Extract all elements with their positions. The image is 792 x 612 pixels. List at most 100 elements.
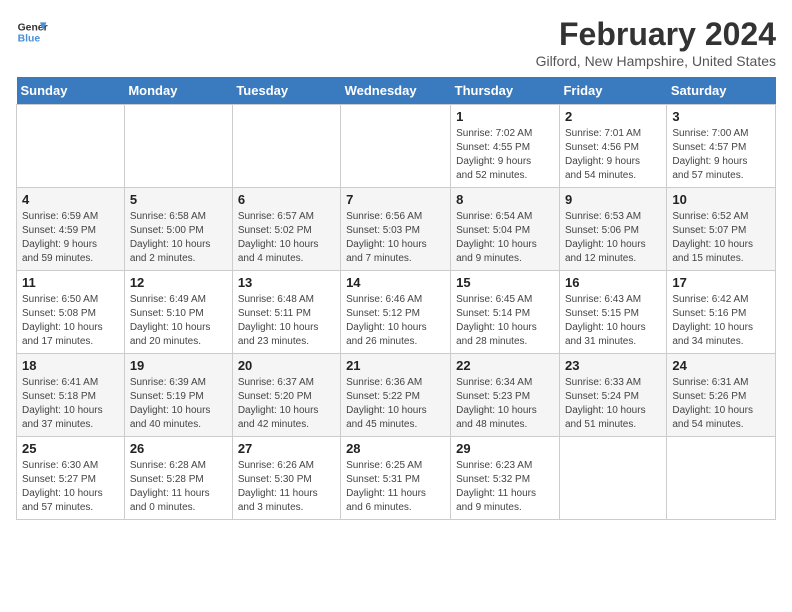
day-number: 2 — [565, 109, 661, 124]
day-info: Sunrise: 6:45 AM Sunset: 5:14 PM Dayligh… — [456, 293, 554, 349]
day-number: 16 — [565, 275, 661, 290]
calendar-cell: 14Sunrise: 6:46 AM Sunset: 5:12 PM Dayli… — [341, 271, 451, 354]
calendar-cell: 24Sunrise: 6:31 AM Sunset: 5:26 PM Dayli… — [667, 354, 776, 437]
header-friday: Friday — [559, 77, 666, 105]
day-info: Sunrise: 7:01 AM Sunset: 4:56 PM Dayligh… — [565, 127, 661, 183]
calendar-cell: 9Sunrise: 6:53 AM Sunset: 5:06 PM Daylig… — [559, 188, 666, 271]
calendar-cell: 15 Sunrise: 6:45 AM Sunset: 5:14 PM Dayli… — [451, 271, 560, 354]
header-thursday: Thursday — [451, 77, 560, 105]
day-number: 12 — [130, 275, 227, 290]
calendar-cell — [232, 105, 340, 188]
day-number: 25 — [22, 441, 119, 456]
calendar-cell: 17 Sunrise: 6:42 AM Sunset: 5:16 PM Dayli… — [667, 271, 776, 354]
day-number: 10 — [672, 192, 770, 207]
calendar-cell: 10 Sunrise: 6:52 AM Sunset: 5:07 PM Dayli… — [667, 188, 776, 271]
svg-text:Blue: Blue — [18, 34, 41, 45]
calendar-cell: 8 Sunrise: 6:54 AM Sunset: 5:04 PM Daylig… — [451, 188, 560, 271]
calendar-cell: 18 Sunrise: 6:41 AM Sunset: 5:18 PM Dayli… — [17, 354, 125, 437]
week-row-4: 18 Sunrise: 6:41 AM Sunset: 5:18 PM Dayli… — [17, 354, 776, 437]
calendar-cell: 29 Sunrise: 6:23 AM Sunset: 5:32 PM Dayli… — [451, 437, 560, 520]
day-number: 3 — [672, 109, 770, 124]
calendar-cell: 16 Sunrise: 6:43 AM Sunset: 5:15 PM Dayli… — [559, 271, 666, 354]
day-number: 23 — [565, 358, 661, 373]
day-info: Sunrise: 6:36 AM Sunset: 5:22 PM Dayligh… — [346, 376, 445, 432]
main-title: February 2024 — [536, 16, 776, 53]
day-number: 15 — [456, 275, 554, 290]
calendar-cell — [17, 105, 125, 188]
day-info: Sunrise: 6:48 AM Sunset: 5:11 PM Dayligh… — [238, 293, 335, 349]
calendar-cell: 20Sunrise: 6:37 AM Sunset: 5:20 PM Dayli… — [232, 354, 340, 437]
day-number: 11 — [22, 275, 119, 290]
day-number: 22 — [456, 358, 554, 373]
day-info: Sunrise: 6:53 AM Sunset: 5:06 PM Dayligh… — [565, 210, 661, 266]
calendar-cell: 7 Sunrise: 6:56 AM Sunset: 5:03 PM Daylig… — [341, 188, 451, 271]
day-info: Sunrise: 6:34 AM Sunset: 5:23 PM Dayligh… — [456, 376, 554, 432]
day-info: Sunrise: 6:26 AM Sunset: 5:30 PM Dayligh… — [238, 459, 335, 515]
day-number: 29 — [456, 441, 554, 456]
day-number: 4 — [22, 192, 119, 207]
day-info: Sunrise: 6:39 AM Sunset: 5:19 PM Dayligh… — [130, 376, 227, 432]
day-info: Sunrise: 7:00 AM Sunset: 4:57 PM Dayligh… — [672, 127, 770, 183]
day-number: 21 — [346, 358, 445, 373]
header-sunday: Sunday — [17, 77, 125, 105]
day-info: Sunrise: 6:54 AM Sunset: 5:04 PM Dayligh… — [456, 210, 554, 266]
day-number: 20 — [238, 358, 335, 373]
day-number: 13 — [238, 275, 335, 290]
week-row-1: 1Sunrise: 7:02 AM Sunset: 4:55 PM Daylig… — [17, 105, 776, 188]
logo: General Blue — [16, 16, 48, 48]
calendar-cell: 4 Sunrise: 6:59 AM Sunset: 4:59 PM Daylig… — [17, 188, 125, 271]
day-info: Sunrise: 7:02 AM Sunset: 4:55 PM Dayligh… — [456, 127, 554, 183]
header: General Blue February 2024 Gilford, New … — [16, 16, 776, 69]
day-info: Sunrise: 6:58 AM Sunset: 5:00 PM Dayligh… — [130, 210, 227, 266]
day-info: Sunrise: 6:23 AM Sunset: 5:32 PM Dayligh… — [456, 459, 554, 515]
day-info: Sunrise: 6:28 AM Sunset: 5:28 PM Dayligh… — [130, 459, 227, 515]
calendar-cell: 1Sunrise: 7:02 AM Sunset: 4:55 PM Daylig… — [451, 105, 560, 188]
calendar-cell — [341, 105, 451, 188]
day-info: Sunrise: 6:46 AM Sunset: 5:12 PM Dayligh… — [346, 293, 445, 349]
header-row: SundayMondayTuesdayWednesdayThursdayFrid… — [17, 77, 776, 105]
day-number: 19 — [130, 358, 227, 373]
calendar-cell: 11 Sunrise: 6:50 AM Sunset: 5:08 PM Dayli… — [17, 271, 125, 354]
day-info: Sunrise: 6:57 AM Sunset: 5:02 PM Dayligh… — [238, 210, 335, 266]
day-number: 28 — [346, 441, 445, 456]
calendar-cell: 28 Sunrise: 6:25 AM Sunset: 5:31 PM Dayli… — [341, 437, 451, 520]
day-info: Sunrise: 6:30 AM Sunset: 5:27 PM Dayligh… — [22, 459, 119, 515]
day-number: 7 — [346, 192, 445, 207]
day-info: Sunrise: 6:42 AM Sunset: 5:16 PM Dayligh… — [672, 293, 770, 349]
header-wednesday: Wednesday — [341, 77, 451, 105]
day-number: 5 — [130, 192, 227, 207]
day-info: Sunrise: 6:43 AM Sunset: 5:15 PM Dayligh… — [565, 293, 661, 349]
subtitle: Gilford, New Hampshire, United States — [536, 53, 776, 69]
calendar-cell: 3 Sunrise: 7:00 AM Sunset: 4:57 PM Daylig… — [667, 105, 776, 188]
calendar-cell: 23 Sunrise: 6:33 AM Sunset: 5:24 PM Dayli… — [559, 354, 666, 437]
day-info: Sunrise: 6:49 AM Sunset: 5:10 PM Dayligh… — [130, 293, 227, 349]
day-info: Sunrise: 6:41 AM Sunset: 5:18 PM Dayligh… — [22, 376, 119, 432]
calendar-cell: 13 Sunrise: 6:48 AM Sunset: 5:11 PM Dayli… — [232, 271, 340, 354]
calendar-cell: 25 Sunrise: 6:30 AM Sunset: 5:27 PM Dayli… — [17, 437, 125, 520]
week-row-3: 11 Sunrise: 6:50 AM Sunset: 5:08 PM Dayli… — [17, 271, 776, 354]
day-info: Sunrise: 6:52 AM Sunset: 5:07 PM Dayligh… — [672, 210, 770, 266]
calendar-cell: 26 Sunrise: 6:28 AM Sunset: 5:28 PM Dayli… — [124, 437, 232, 520]
day-number: 26 — [130, 441, 227, 456]
calendar-cell: 22 Sunrise: 6:34 AM Sunset: 5:23 PM Dayli… — [451, 354, 560, 437]
header-tuesday: Tuesday — [232, 77, 340, 105]
day-info: Sunrise: 6:59 AM Sunset: 4:59 PM Dayligh… — [22, 210, 119, 266]
day-info: Sunrise: 6:33 AM Sunset: 5:24 PM Dayligh… — [565, 376, 661, 432]
calendar-cell — [667, 437, 776, 520]
calendar-cell: 21 Sunrise: 6:36 AM Sunset: 5:22 PM Dayli… — [341, 354, 451, 437]
day-number: 18 — [22, 358, 119, 373]
header-saturday: Saturday — [667, 77, 776, 105]
day-number: 17 — [672, 275, 770, 290]
calendar-cell: 27 Sunrise: 6:26 AM Sunset: 5:30 PM Dayli… — [232, 437, 340, 520]
header-monday: Monday — [124, 77, 232, 105]
calendar-cell: 2 Sunrise: 7:01 AM Sunset: 4:56 PM Daylig… — [559, 105, 666, 188]
calendar-cell — [559, 437, 666, 520]
day-info: Sunrise: 6:25 AM Sunset: 5:31 PM Dayligh… — [346, 459, 445, 515]
calendar-cell — [124, 105, 232, 188]
day-info: Sunrise: 6:50 AM Sunset: 5:08 PM Dayligh… — [22, 293, 119, 349]
day-number: 27 — [238, 441, 335, 456]
calendar-table: SundayMondayTuesdayWednesdayThursdayFrid… — [16, 77, 776, 520]
day-info: Sunrise: 6:56 AM Sunset: 5:03 PM Dayligh… — [346, 210, 445, 266]
logo-icon: General Blue — [16, 16, 48, 48]
day-number: 8 — [456, 192, 554, 207]
